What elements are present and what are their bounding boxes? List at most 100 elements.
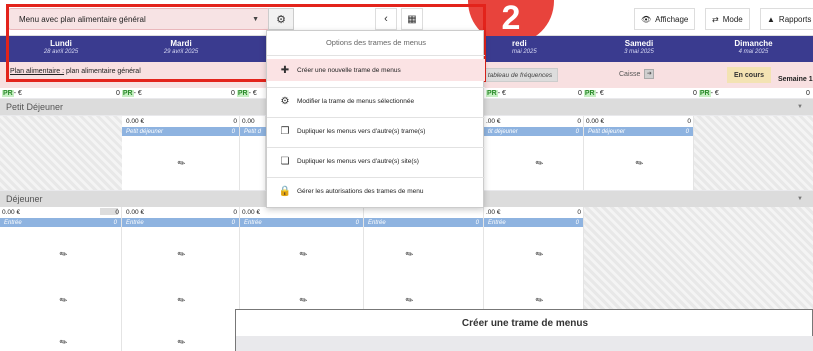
meal-amount: .00 € [486, 209, 501, 216]
meal-label-bar: Entrée 0 [0, 218, 121, 227]
pr-cell: 0 PR - € [693, 88, 719, 98]
pr-tag: PR [121, 89, 134, 97]
meal-label-bar: Petit déjeuner 0 [584, 127, 693, 136]
meal-label-count: 0 [575, 128, 579, 135]
menu-item-create-template[interactable]: ✚ Créer une nouvelle trame de menus [267, 59, 485, 81]
pencil-icon[interactable]: ✎ [58, 248, 70, 261]
meal-label: Petit déjeuner [126, 128, 164, 135]
pr-tag: PR [698, 89, 711, 97]
meal-cell[interactable]: 0.00 € 0 Petit déjeuner 0 ✎ [584, 116, 694, 190]
pencil-icon[interactable]: ✎ [176, 248, 188, 261]
meal-cell[interactable]: .00 € 0 tit déjeuner 0 ✎ [484, 116, 584, 190]
meal-amount: 0.00 € [242, 209, 261, 216]
pr-tag: PR [486, 89, 498, 97]
exit-icon: ➜ [644, 69, 655, 79]
rapports-button[interactable]: ▲ Rapports [760, 8, 813, 30]
pencil-icon[interactable]: ✎ [534, 294, 546, 307]
pencil-icon[interactable]: ✎ [534, 248, 546, 261]
meal-label-bar: Entrée 0 [122, 218, 239, 227]
pr-zero: 0 [231, 89, 235, 97]
pr-cell: 0 PR - € [578, 88, 604, 98]
meal-amount: 0.00 [242, 118, 255, 125]
meal-label: Petit déjeuner [588, 128, 626, 135]
frequency-table-button[interactable]: tableau de fréquences [482, 68, 558, 82]
menu-item-duplicate-templates[interactable]: ❐ Dupliquer les menus vers d'autre(s) tr… [267, 120, 485, 142]
pencil-icon[interactable]: ✎ [176, 294, 188, 307]
pencil-icon[interactable]: ✎ [58, 336, 70, 349]
divider [267, 177, 485, 178]
meal-label-bar: Entrée 0 [484, 218, 583, 227]
section-title: Déjeuner [6, 194, 43, 204]
day-header-sunday: Dimanche 4 mai 2025 [694, 36, 813, 62]
meal-label-bar: tit déjeuner 0 [484, 127, 583, 136]
eye-icon: 👁 [641, 14, 652, 24]
copy-icon: ❐ [280, 125, 290, 137]
create-template-dialog: Créer une trame de menus [235, 309, 813, 351]
meal-cell[interactable]: 0.00 € 0 Entrée 0 ✎ ✎ ✎ [122, 207, 240, 351]
divider [267, 117, 485, 118]
plus-icon: ✚ [280, 64, 290, 76]
pencil-icon[interactable]: ✎ [298, 294, 310, 307]
pr-cell: 0 PR - € [116, 88, 142, 98]
mode-button[interactable]: ⇄ Mode [705, 8, 750, 30]
gear-icon: ⚙ [280, 95, 290, 107]
pr-value: - € [248, 89, 257, 97]
meal-amount: 0.00 € [2, 209, 21, 216]
pencil-icon[interactable]: ✎ [298, 248, 310, 261]
pencil-icon[interactable]: ✎ [634, 157, 646, 170]
menu-item-edit-template[interactable]: ⚙ Modifier la trame de menus sélectionné… [267, 90, 485, 112]
meal-label-count: 0 [231, 128, 235, 135]
meal-cell[interactable]: 0.00 € 0 Entrée 0 ✎ ✎ ✎ [0, 207, 122, 351]
meal-label-count: 0 [355, 219, 359, 226]
template-options-dropdown: Options des trames de menus ✚ Créer une … [266, 30, 485, 208]
meal-count: 0 [577, 118, 581, 125]
collapse-icon: ▼ [797, 196, 803, 202]
meal-label: Entrée [368, 219, 386, 226]
meal-cell[interactable]: 0.00 € 0 Petit déjeuner 0 ✎ [122, 116, 240, 190]
divider [267, 147, 485, 148]
status-badge: En cours [727, 67, 771, 83]
pr-zero: 0 [806, 89, 810, 97]
affichage-button[interactable]: 👁 Affichage [634, 8, 696, 30]
section-title: Petit Déjeuner [6, 102, 64, 112]
day-date: 3 mai 2025 [624, 49, 654, 55]
empty-cell [694, 116, 813, 190]
meal-label: Entrée [488, 219, 506, 226]
meal-label: Entrée [244, 219, 262, 226]
meal-cell[interactable]: 0.00 Petit d [240, 116, 266, 190]
meal-count: 0 [233, 209, 237, 216]
menu-item-label: Dupliquer les menus vers d'autre(s) site… [297, 157, 419, 165]
pencil-icon[interactable]: ✎ [404, 248, 416, 261]
divider [267, 87, 485, 88]
menu-item-duplicate-sites[interactable]: ❏ Dupliquer les menus vers d'autre(s) si… [267, 150, 485, 172]
menu-item-permissions[interactable]: 🔒 Gérer les autorisations des trames de … [267, 180, 485, 202]
pencil-icon[interactable]: ✎ [58, 294, 70, 307]
empty-cell [584, 207, 813, 309]
meal-label: tit déjeuner [488, 128, 518, 135]
meal-label: Entrée [4, 219, 22, 226]
day-header-saturday: Samedi 3 mai 2025 [584, 36, 694, 62]
pr-zero: 0 [578, 89, 582, 97]
copy-building-icon: ❏ [280, 155, 290, 167]
menu-item-label: Gérer les autorisations des trames de me… [297, 187, 424, 195]
pr-cell: PR - € [2, 88, 22, 98]
caisse-label: Caisse [619, 70, 641, 78]
pencil-icon[interactable]: ✎ [404, 294, 416, 307]
caisse-control[interactable]: Caisse ➜ [619, 69, 655, 79]
pr-zero: 0 [116, 89, 120, 97]
meal-count: 0 [577, 209, 581, 216]
pencil-icon[interactable]: ✎ [534, 157, 546, 170]
pencil-icon[interactable]: ✎ [176, 336, 188, 349]
meal-label-bar: Entrée 0 [240, 218, 363, 227]
pencil-icon[interactable]: ✎ [176, 157, 188, 170]
menu-item-label: Créer une nouvelle trame de menus [297, 66, 401, 74]
meal-count: 0 [233, 118, 237, 125]
pr-value: - € [133, 89, 142, 97]
pr-zero: 0 [693, 89, 697, 97]
day-name: Samedi [624, 39, 654, 48]
meal-label-count: 0 [113, 219, 117, 226]
empty-cell [0, 116, 122, 190]
collapse-icon: ▼ [797, 104, 803, 110]
dialog-title: Créer une trame de menus [461, 318, 589, 329]
mode-label: Mode [722, 14, 743, 24]
